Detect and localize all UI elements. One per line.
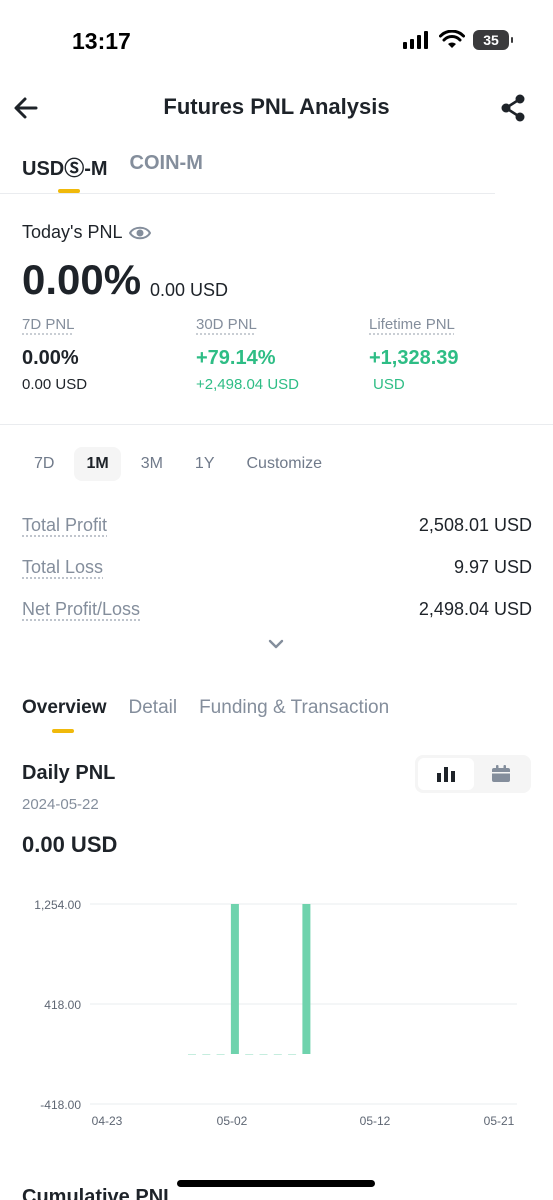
daily-pnl-value: 0.00 USD [22, 832, 118, 857]
calendar-view-button[interactable] [473, 758, 529, 790]
tab-coin-m[interactable]: COIN-M [130, 152, 203, 193]
market-type-tabs: USDⓈ-M COIN-M [22, 152, 203, 193]
x-tick-label: 05-21 [484, 1114, 515, 1128]
daily-pnl-date: 2024-05-22 [22, 796, 99, 813]
total-loss-label[interactable]: Total Loss [22, 557, 103, 578]
chart-bar[interactable] [288, 1054, 297, 1055]
bar-chart-view-button[interactable] [418, 758, 474, 790]
range-customize[interactable]: Customize [235, 447, 335, 481]
today-pnl-label-text: Today's PNL [22, 222, 123, 242]
stat-7d-percent: 0.00% [22, 347, 79, 369]
chevron-down-icon[interactable] [266, 634, 286, 654]
daily-pnl-title: Daily PNL [22, 762, 116, 784]
net-pnl-label[interactable]: Net Profit/Loss [22, 599, 140, 620]
total-profit-label[interactable]: Total Profit [22, 515, 107, 536]
tab-overview[interactable]: Overview [22, 697, 107, 733]
stat-lifetime-value: +1,328.39 [369, 347, 459, 369]
y-tick-label: -418.00 [40, 1098, 81, 1112]
chart-bar[interactable] [273, 1054, 282, 1055]
tab-funding-transaction[interactable]: Funding & Transaction [199, 697, 389, 733]
stat-7d: 7D PNL 0.00% 0.00 USD [22, 316, 87, 393]
stat-lifetime-label[interactable]: Lifetime PNL [369, 316, 459, 333]
battery-icon: 35 [473, 30, 513, 50]
today-pnl-usd: 0.00 USD [150, 280, 229, 300]
range-3m[interactable]: 3M [129, 447, 175, 481]
x-tick-label: 05-12 [360, 1114, 391, 1128]
share-icon[interactable] [499, 94, 527, 122]
home-indicator [177, 1180, 375, 1187]
chart-bar[interactable] [216, 1054, 225, 1055]
chart-bar[interactable] [202, 1054, 211, 1055]
stat-7d-label[interactable]: 7D PNL [22, 316, 87, 333]
y-tick-label: 418.00 [44, 998, 81, 1012]
divider [0, 424, 553, 425]
stat-lifetime: Lifetime PNL +1,328.39 USD [369, 316, 459, 393]
nav-bar: Futures PNL Analysis [0, 84, 553, 132]
wifi-icon [439, 30, 465, 48]
range-7d[interactable]: 7D [22, 447, 66, 481]
battery-level: 35 [483, 32, 499, 48]
status-icons: 35 [403, 30, 513, 50]
stat-30d-usd: +2,498.04 USD [196, 376, 299, 393]
summary-net-pnl: Net Profit/Loss 2,498.04 USD [22, 599, 532, 620]
chart-bar[interactable] [302, 904, 311, 1054]
summary-total-loss: Total Loss 9.97 USD [22, 557, 532, 578]
status-bar: 13:17 35 [0, 0, 553, 80]
summary-total-profit: Total Profit 2,508.01 USD [22, 515, 532, 536]
stat-30d-percent: +79.14% [196, 347, 276, 369]
chart-bar[interactable] [230, 904, 239, 1054]
tab-detail[interactable]: Detail [129, 697, 178, 733]
chart-bar[interactable] [259, 1054, 268, 1055]
stat-30d: 30D PNL +79.14% +2,498.04 USD [196, 316, 299, 393]
chart-view-toggle [415, 755, 531, 793]
range-1y[interactable]: 1Y [183, 447, 227, 481]
stat-lifetime-unit: USD [373, 376, 405, 393]
total-loss-value: 9.97 USD [453, 557, 532, 577]
net-pnl-value: 2,498.04 USD [418, 599, 532, 619]
calendar-icon [492, 765, 510, 782]
page-title: Futures PNL Analysis [163, 94, 390, 119]
today-pnl-label: Today's PNL [22, 222, 151, 243]
stat-30d-label[interactable]: 30D PNL [196, 316, 299, 333]
cumulative-pnl-title: Cumulative PNL [22, 1186, 176, 1200]
analysis-tabs: Overview Detail Funding & Transaction [22, 697, 389, 733]
eye-icon[interactable] [128, 225, 151, 241]
today-pnl-percent: 0.00% [22, 256, 142, 303]
chart-bar[interactable] [245, 1054, 254, 1055]
daily-pnl-chart: 1,254.00 418.00 -418.00 04-23 05-02 05-12 05-2… [34, 898, 517, 1128]
y-tick-label: 1,254.00 [34, 898, 81, 912]
time-range-selector: 7D 1M 3M 1Y Customize [22, 447, 334, 481]
range-1m[interactable]: 1M [74, 447, 121, 481]
total-profit-value: 2,508.01 USD [418, 515, 532, 535]
x-tick-label: 05-02 [217, 1114, 248, 1128]
status-time: 13:17 [72, 28, 131, 54]
cellular-signal-icon [403, 31, 428, 49]
chart-bar[interactable] [188, 1054, 196, 1055]
divider [0, 193, 495, 194]
tab-usds-m[interactable]: USDⓈ-M [22, 152, 108, 193]
bar-chart-icon [437, 767, 455, 782]
stat-7d-usd: 0.00 USD [22, 376, 88, 393]
x-tick-label: 04-23 [92, 1114, 123, 1128]
